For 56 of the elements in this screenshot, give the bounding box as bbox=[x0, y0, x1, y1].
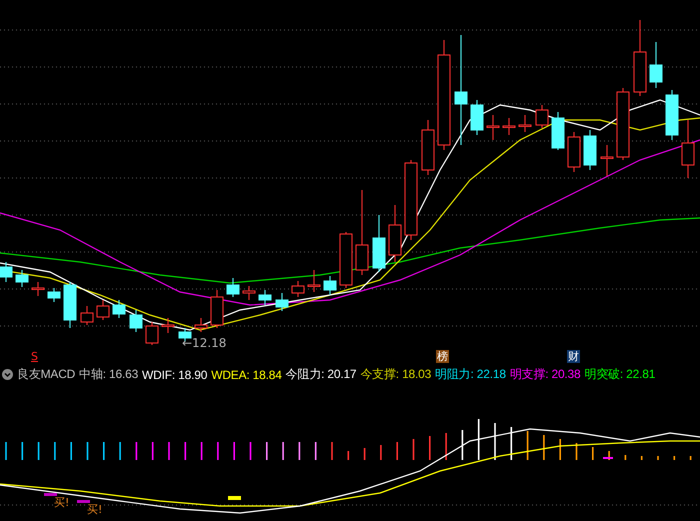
candlestick bbox=[422, 120, 434, 176]
event-marker[interactable]: 财 bbox=[567, 350, 580, 363]
candlestick bbox=[372, 214, 386, 272]
candlestick bbox=[112, 300, 126, 318]
candlestick bbox=[682, 120, 694, 178]
candlestick bbox=[584, 130, 596, 170]
indicator-value: 今阻力: 20.17 bbox=[286, 366, 356, 383]
candlestick bbox=[16, 270, 28, 288]
signal-mark bbox=[228, 496, 241, 500]
signal-mark bbox=[44, 493, 57, 496]
dropdown-icon[interactable] bbox=[2, 369, 13, 380]
buy-signal-label: 买! bbox=[87, 504, 102, 516]
candlestick bbox=[32, 282, 44, 296]
candlestick bbox=[276, 292, 288, 312]
candlestick bbox=[552, 112, 564, 150]
signal-mark bbox=[77, 500, 90, 503]
candlestick bbox=[470, 100, 484, 136]
indicator-name: 良友MACD bbox=[17, 366, 76, 383]
candlestick bbox=[308, 270, 320, 292]
low-price-label: ←12.18 bbox=[182, 337, 226, 350]
signal-mark bbox=[603, 457, 613, 459]
candlestick bbox=[226, 278, 240, 298]
candlestick bbox=[536, 104, 548, 128]
candlestick bbox=[194, 318, 208, 332]
candlestick bbox=[650, 42, 662, 88]
indicator-value: WDIF: 18.90 bbox=[142, 368, 208, 382]
event-marker[interactable]: 榜 bbox=[436, 350, 449, 363]
indicator-value: 明阻力: 22.18 bbox=[435, 366, 506, 383]
indicator-value: 中轴: 16.63 bbox=[79, 366, 138, 383]
candlestick bbox=[80, 306, 94, 326]
candlestick bbox=[258, 290, 272, 306]
candlestick bbox=[162, 318, 174, 334]
candlestick bbox=[64, 282, 76, 328]
indicator-value: WDEA: 18.84 bbox=[211, 368, 282, 382]
indicator-value: 今支撑: 18.03 bbox=[360, 366, 432, 383]
candlestick bbox=[146, 322, 158, 346]
candlestick bbox=[502, 118, 516, 136]
candlestick bbox=[0, 262, 12, 282]
candlestick bbox=[486, 114, 500, 140]
indicator-value: 明支撑: 20.38 bbox=[510, 366, 581, 383]
candlestick bbox=[292, 280, 304, 298]
indicator-value: 明突破: 22.81 bbox=[584, 366, 656, 383]
candlestick bbox=[96, 300, 110, 320]
event-marker[interactable]: S bbox=[30, 350, 39, 363]
candlestick bbox=[568, 132, 580, 172]
candlestick bbox=[340, 232, 352, 288]
candlestick bbox=[130, 310, 142, 332]
buy-signal-label: 买! bbox=[54, 497, 70, 509]
candlestick bbox=[600, 144, 614, 176]
candlestick bbox=[48, 288, 60, 302]
candlestick bbox=[210, 290, 224, 328]
candlestick bbox=[666, 90, 678, 140]
candlestick bbox=[242, 286, 256, 300]
candlestick bbox=[324, 276, 336, 296]
candlestick bbox=[388, 204, 402, 262]
candlestick bbox=[518, 114, 532, 132]
